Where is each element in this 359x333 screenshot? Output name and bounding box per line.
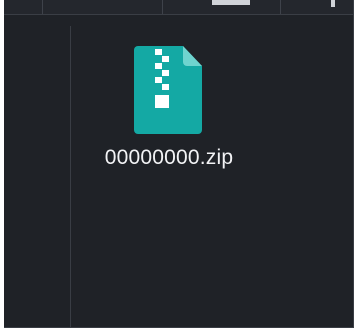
column-divider[interactable] (162, 0, 163, 14)
column-header-strip (4, 0, 353, 15)
column-header-label-fragment (212, 0, 250, 5)
file-explorer-pane: 00000000.zip (4, 0, 354, 328)
sidebar-divider (70, 26, 71, 327)
column-divider[interactable] (42, 0, 43, 14)
zip-file-icon (134, 46, 202, 134)
column-header-label-fragment (331, 0, 335, 7)
column-divider[interactable] (280, 0, 281, 14)
file-name-label: 00000000.zip (104, 146, 234, 169)
file-item-zip[interactable]: 00000000.zip (86, 40, 252, 200)
